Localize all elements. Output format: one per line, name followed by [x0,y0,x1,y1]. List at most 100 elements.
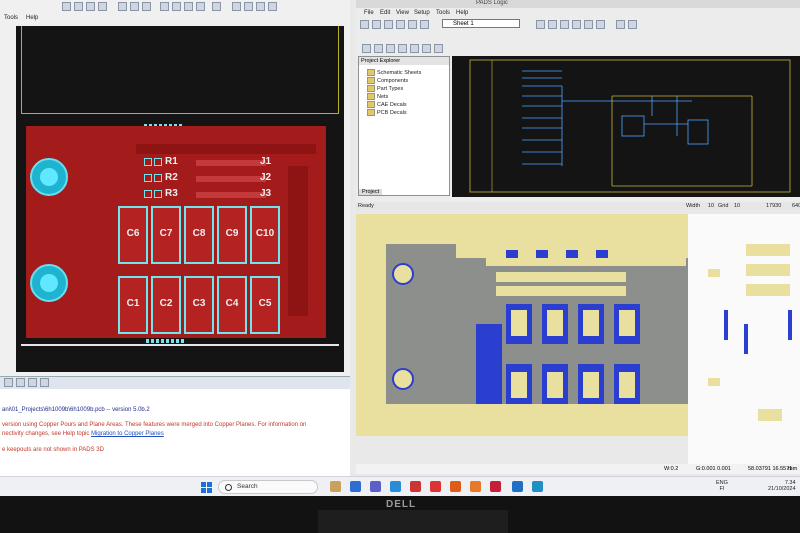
search-icon [225,484,232,491]
menu-tools[interactable]: Tools [4,15,18,21]
toolbar-button[interactable] [196,2,205,11]
toolbar-button[interactable] [386,44,395,53]
tree-item-part-types[interactable]: Part Types [367,85,403,92]
pcb-layout-canvas[interactable]: R1 R2 R3 J1 J2 J3 C6 C7 C8 C9 C10 C1 C2 … [16,26,344,372]
status-ready: Ready [358,203,374,209]
app-icon[interactable] [450,481,461,492]
tree-item-components[interactable]: Components [367,77,408,84]
tree-item-schematic-sheets[interactable]: Schematic Sheets [367,69,421,76]
toolbar-button[interactable] [384,20,393,29]
capacitor-label: C3 [192,298,206,309]
toolbar-button[interactable] [74,2,83,11]
sheet-dropdown[interactable]: Sheet 1 [442,19,520,28]
toolbar-button[interactable] [398,44,407,53]
toolbar-button[interactable] [616,20,625,29]
schematic-canvas[interactable] [452,56,800,197]
toolbar-button[interactable] [536,20,545,29]
edge-icon[interactable] [390,481,401,492]
monitor-screen: Tools Help R1 R2 R3 J1 J2 J3 C6 C7 C8 C9… [0,0,800,496]
toolbar-button[interactable] [372,20,381,29]
pads-layout-icon[interactable] [512,481,523,492]
outlook-icon[interactable] [350,481,361,492]
schematic-drawing [469,59,791,193]
toolbar-button[interactable] [596,20,605,29]
project-tab[interactable]: Project [359,189,383,195]
taskbar-search[interactable]: Search [218,480,318,494]
menu-edit[interactable]: Edit [380,10,390,16]
logic-title: PADS Logic [476,0,508,6]
output-message: version using Copper Pours and Plane Are… [2,422,307,428]
toolbar-button[interactable] [360,20,369,29]
capacitor[interactable]: C1 [118,276,148,334]
toolbar-button[interactable] [130,2,139,11]
monitor-stand [318,510,508,533]
toolbar-button[interactable] [244,2,253,11]
windows-logo-icon [207,482,212,487]
toolbar-button[interactable] [584,20,593,29]
start-button[interactable] [201,482,212,493]
toolbar-button[interactable] [408,20,417,29]
language-indicator[interactable]: ENG FI [716,480,728,492]
toolbar-button[interactable] [142,2,151,11]
toolbar-button[interactable] [396,20,405,29]
app-icon[interactable] [490,481,501,492]
trace [196,192,266,198]
logic-statusbar: Ready Width 10 Grid 10 17930 640 [356,202,800,210]
pads-logic-icon[interactable] [532,481,543,492]
app-icon[interactable] [410,481,421,492]
toolbar-button[interactable] [160,2,169,11]
file-explorer-icon[interactable] [330,481,341,492]
capacitor[interactable]: C2 [151,276,181,334]
capacitor[interactable]: C9 [217,206,247,264]
toolbar-button[interactable] [256,2,265,11]
capacitor[interactable]: C3 [184,276,214,334]
toolbar-button[interactable] [268,2,277,11]
menu-file[interactable]: File [364,10,374,16]
toolbar-button[interactable] [118,2,127,11]
toolbar-button[interactable] [212,2,221,11]
toolbar-button[interactable] [184,2,193,11]
output-toolbar-button[interactable] [16,378,25,387]
capacitor-label: C1 [126,298,140,309]
toolbar-button[interactable] [434,44,443,53]
toolbar-button[interactable] [422,44,431,53]
connector-label: J1 [260,156,272,167]
capacitor[interactable]: C4 [217,276,247,334]
teams-icon[interactable] [370,481,381,492]
toolbar-button[interactable] [572,20,581,29]
tree-item-pcb-decals[interactable]: PCB Decals [367,109,407,116]
capacitor[interactable]: C7 [151,206,181,264]
menu-view[interactable]: View [396,10,409,16]
pads-3d-view[interactable] [356,214,688,436]
menu-help[interactable]: Help [456,10,468,16]
output-toolbar-button[interactable] [4,378,13,387]
tree-item-nets[interactable]: Nets [367,93,388,100]
output-titlebar [0,377,350,389]
menu-help[interactable]: Help [26,15,38,21]
system-clock[interactable]: 7.34 21/10/2024 [768,480,796,492]
toolbar-button[interactable] [628,20,637,29]
tree-item-cae-decals[interactable]: CAE Decals [367,101,407,108]
toolbar-button[interactable] [560,20,569,29]
menu-setup[interactable]: Setup [414,10,430,16]
capacitor[interactable]: C10 [250,206,280,264]
toolbar-button[interactable] [420,20,429,29]
app-icon[interactable] [430,481,441,492]
toolbar-button[interactable] [62,2,71,11]
toolbar-button[interactable] [172,2,181,11]
toolbar-button[interactable] [86,2,95,11]
capacitor[interactable]: C8 [184,206,214,264]
toolbar-button[interactable] [410,44,419,53]
output-toolbar-button[interactable] [40,378,49,387]
menu-tools[interactable]: Tools [436,10,450,16]
help-topic-link[interactable]: Migration to Copper Planes [91,431,164,437]
toolbar-button[interactable] [374,44,383,53]
output-toolbar-button[interactable] [28,378,37,387]
capacitor[interactable]: C6 [118,206,148,264]
firefox-icon[interactable] [470,481,481,492]
capacitor[interactable]: C5 [250,276,280,334]
toolbar-button[interactable] [362,44,371,53]
toolbar-button[interactable] [548,20,557,29]
toolbar-button[interactable] [232,2,241,11]
toolbar-button[interactable] [98,2,107,11]
